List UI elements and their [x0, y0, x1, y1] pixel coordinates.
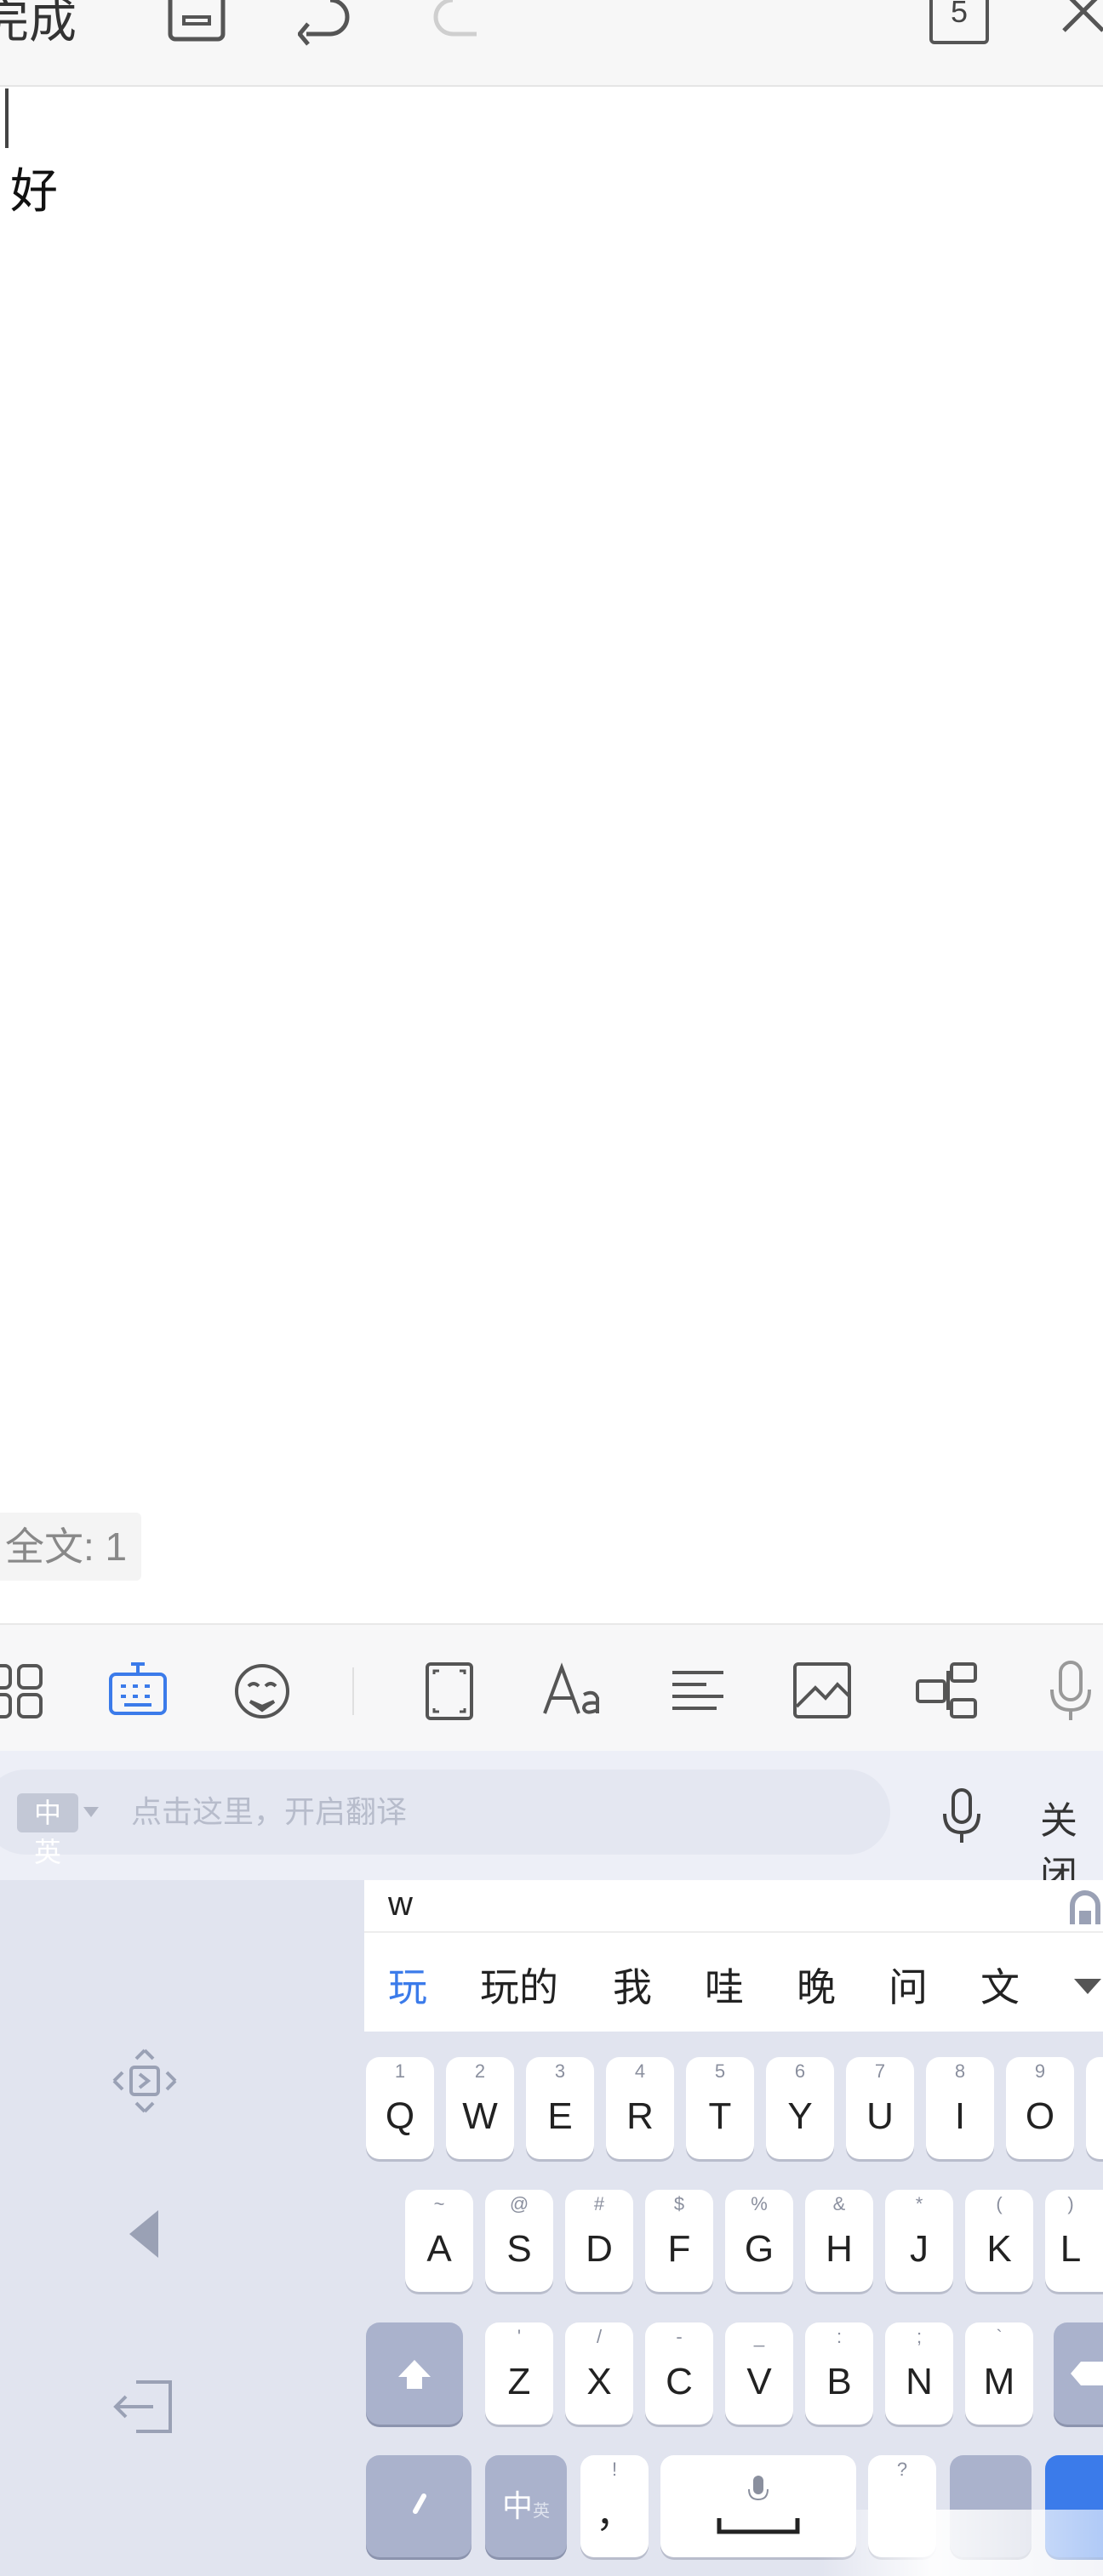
save-icon[interactable] [167, 0, 226, 46]
candidate-3[interactable]: 我 [613, 1957, 652, 2013]
lang-toggle[interactable]: 中英 [17, 1793, 78, 1868]
key-r[interactable]: 4R [606, 2057, 674, 2159]
candidate-2[interactable]: 玩的 [480, 1957, 558, 2013]
done-button[interactable]: 完成 [0, 0, 77, 56]
page-count-badge[interactable]: 5 [929, 0, 989, 44]
mic-icon [748, 2476, 769, 2501]
chevron-down-icon [83, 1807, 99, 1817]
close-icon[interactable] [1060, 0, 1103, 46]
editor-screen: 完成 5 好 全文: 1 中英 点击这里，开启翻译 关闭 w 玩 玩的 我 哇 … [0, 0, 1103, 2576]
key-z[interactable]: ' Z [485, 2322, 553, 2425]
key-h[interactable]: & H [805, 2190, 873, 2292]
candidate-row: 玩 玩的 我 哇 晚 问 文 [364, 1936, 1103, 2032]
shift-icon [398, 2360, 431, 2389]
word-count: 全文: 1 [0, 1513, 141, 1581]
key-o[interactable]: 9O [1006, 2057, 1074, 2159]
key-w[interactable]: 2W [446, 2057, 514, 2159]
key-q[interactable]: 1Q [366, 2057, 434, 2159]
backspace-key[interactable] [1054, 2322, 1103, 2425]
backspace-icon [1071, 2362, 1103, 2385]
pinyin-composition: w [388, 1885, 413, 1923]
toolbar-separator [352, 1667, 354, 1715]
key-g[interactable]: % G [725, 2190, 793, 2292]
assistant-icon[interactable] [1064, 1885, 1103, 1931]
candidate-7[interactable]: 文 [980, 1957, 1020, 2013]
redo-icon[interactable] [426, 0, 485, 46]
text-cursor [5, 88, 9, 148]
key-l[interactable]: ) L [1045, 2190, 1103, 2292]
symbol-icon [413, 2493, 426, 2514]
key-s[interactable]: @ S [485, 2190, 553, 2292]
key-t[interactable]: 5T [686, 2057, 754, 2159]
chevron-down-icon[interactable] [1074, 1979, 1101, 1994]
image-icon[interactable] [790, 1659, 854, 1724]
candidate-6[interactable]: 问 [889, 1957, 928, 2013]
candidate-bar: w 玩 玩的 我 哇 晚 问 文 [364, 1880, 1103, 2032]
watermark-overlay [817, 2510, 1103, 2576]
key-p-partial[interactable] [1086, 2057, 1103, 2159]
ime-keyboard: w 玩 玩的 我 哇 晚 问 文 1Q 2W 3E 4R 5 T 6 Y 7 U… [0, 1880, 1103, 2576]
sticker-icon[interactable] [230, 1659, 294, 1724]
comma-key[interactable]: !， [580, 2455, 649, 2557]
fullscreen-icon[interactable] [417, 1659, 482, 1724]
key-m[interactable]: ` M [965, 2322, 1033, 2425]
key-e[interactable]: 3E [526, 2057, 594, 2159]
translate-bar: 中英 点击这里，开启翻译 关闭 [0, 1751, 1103, 1897]
key-x[interactable]: / X [565, 2322, 633, 2425]
translate-placeholder: 点击这里，开启翻译 [131, 1795, 408, 1830]
move-keyboard-icon[interactable] [111, 2047, 179, 2118]
mic-icon[interactable] [1038, 1659, 1103, 1724]
key-n[interactable]: ; N [885, 2322, 953, 2425]
lang-key-sublabel: 英 [533, 2502, 550, 2521]
key-u[interactable]: 7U [846, 2057, 914, 2159]
candidate-1[interactable]: 玩 [388, 1957, 427, 2013]
lang-key-label: 中 [501, 2488, 533, 2523]
candidate-5[interactable]: 晚 [797, 1957, 836, 2013]
voice-input-icon[interactable] [936, 1787, 987, 1849]
key-j[interactable]: * J [885, 2190, 953, 2292]
keyboard-side-panel [0, 1880, 364, 2576]
lang-switch-key[interactable]: 中英 [485, 2455, 567, 2557]
key-b[interactable]: :B [805, 2322, 873, 2425]
cursor-left-icon[interactable] [124, 2208, 167, 2263]
exit-keyboard-icon[interactable] [111, 2377, 179, 2440]
space-icon [717, 2518, 800, 2534]
mindmap-icon[interactable] [914, 1659, 979, 1724]
shift-key[interactable] [366, 2322, 463, 2425]
apps-grid-icon[interactable] [0, 1659, 49, 1724]
symbol-key[interactable] [366, 2455, 471, 2557]
font-icon[interactable] [541, 1659, 606, 1724]
translate-input[interactable]: 中英 点击这里，开启翻译 [0, 1770, 890, 1868]
document-text[interactable]: 好 [10, 153, 58, 222]
key-i[interactable]: 8I [926, 2057, 994, 2159]
candidate-4[interactable]: 哇 [705, 1957, 744, 2013]
key-c[interactable]: -C [645, 2322, 713, 2425]
undo-icon[interactable] [298, 0, 357, 46]
keyboard-icon[interactable] [106, 1659, 170, 1724]
key-d[interactable]: # D [565, 2190, 633, 2292]
top-toolbar: 完成 5 [0, 0, 1103, 87]
align-icon[interactable] [666, 1659, 730, 1724]
key-k[interactable]: (K [965, 2190, 1033, 2292]
key-y[interactable]: 6Y [766, 2057, 834, 2159]
key-f[interactable]: $ F [645, 2190, 713, 2292]
edit-toolbar [0, 1623, 1103, 1752]
key-a[interactable]: ~ A [405, 2190, 473, 2292]
divider [364, 1931, 1103, 1933]
key-v[interactable]: _ V [725, 2322, 793, 2425]
